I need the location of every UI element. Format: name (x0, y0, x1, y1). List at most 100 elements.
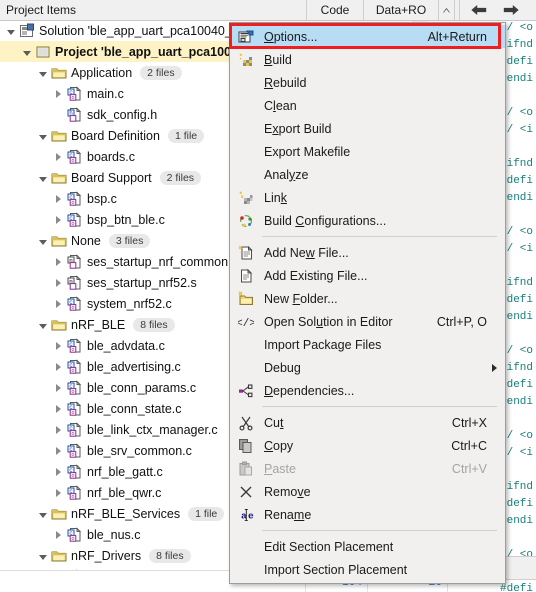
expand-collapse-icon-open[interactable] (36, 167, 49, 188)
menu-item-dependencies[interactable]: Dependencies... (230, 379, 505, 402)
menu-item-export-build[interactable]: Export Build (230, 117, 505, 140)
menu-item-icon-wrap (232, 27, 260, 47)
menu-item-edit-section-placement[interactable]: Edit Section Placement (230, 535, 505, 558)
c-file-icon: co (67, 400, 82, 416)
menu-item-cut[interactable]: Cut Ctrl+X (230, 411, 505, 434)
expand-collapse-icon-closed[interactable] (52, 356, 65, 377)
menu-item-options[interactable]: Options... Alt+Return (230, 25, 505, 48)
link-icon (239, 191, 253, 204)
scroll-up-button[interactable] (438, 0, 454, 20)
expand-collapse-icon-closed[interactable] (52, 377, 65, 398)
menu-item-label: New Folder... (264, 291, 338, 306)
menu-item-label: Link (264, 190, 287, 205)
menu-item-label: Rename (264, 507, 312, 522)
menu-item-remove[interactable]: Remove (230, 480, 505, 503)
tree-item-label: ble_conn_state.c (87, 401, 182, 416)
tree-item-icon-wrap: co (65, 526, 85, 544)
menu-item-link[interactable]: Link (230, 186, 505, 209)
column-header-code[interactable]: Code (306, 0, 363, 20)
expand-collapse-icon-closed[interactable] (52, 251, 65, 272)
expand-collapse-icon-closed[interactable] (52, 482, 65, 503)
folder-icon (51, 236, 67, 246)
svg-text:o: o (71, 473, 74, 479)
expand-collapse-icon-closed[interactable] (52, 419, 65, 440)
menu-item-import-section-placement[interactable]: Import Section Placement (230, 558, 505, 581)
expand-collapse-icon-closed[interactable] (52, 440, 65, 461)
menu-item-analyze[interactable]: Analyze (230, 163, 505, 186)
expand-collapse-icon-closed[interactable] (52, 146, 65, 167)
tree-item-icon-wrap: co (65, 148, 85, 166)
file-count-badge: 8 files (149, 548, 191, 563)
menu-item-shortcut: Ctrl+C (451, 438, 487, 453)
menu-item-label: Clean (264, 98, 297, 113)
expand-collapse-icon-open[interactable] (36, 314, 49, 335)
menu-item-label: Options... (264, 29, 318, 44)
tree-item-label: Project 'ble_app_uart_pca10040_s (55, 44, 259, 59)
menu-item-copy[interactable]: Copy Ctrl+C (230, 434, 505, 457)
expand-collapse-icon-closed[interactable] (52, 335, 65, 356)
expand-collapse-icon-closed[interactable] (52, 524, 65, 545)
expand-collapse-icon-open[interactable] (20, 41, 33, 62)
expand-collapse-icon-closed[interactable] (52, 188, 65, 209)
project-context-menu[interactable]: Options... Alt+Return Build Rebuild Clean Exp… (229, 22, 506, 584)
menu-item-label: Add New File... (264, 245, 349, 260)
expand-collapse-icon-open[interactable] (36, 125, 49, 146)
c-file-icon: co (67, 442, 82, 458)
expand-collapse-icon-open[interactable] (36, 545, 49, 566)
expand-collapse-icon-open[interactable] (36, 62, 49, 83)
forward-arrow-icon[interactable] (502, 3, 520, 17)
expand-collapse-icon-closed[interactable] (52, 398, 65, 419)
expand-collapse-icon-open[interactable] (36, 503, 49, 524)
menu-item-add-existing-file[interactable]: Add Existing File... (230, 264, 505, 287)
menu-item-label: Remove (264, 484, 311, 499)
paste-icon (239, 461, 252, 475)
file-icon (241, 268, 253, 282)
menu-item-paste: Paste Ctrl+V (230, 457, 505, 480)
expand-collapse-icon-closed[interactable] (52, 293, 65, 314)
expand-collapse-icon-open[interactable] (4, 20, 17, 41)
menu-item-rename[interactable]: a e Rename (230, 503, 505, 526)
tree-item-label: nrf_ble_qwr.c (87, 485, 162, 500)
expand-collapse-icon-closed[interactable] (52, 461, 65, 482)
menu-item-icon-wrap (232, 96, 260, 116)
menu-item-icon-wrap (232, 50, 260, 70)
new-folder-icon (238, 290, 253, 305)
tree-item-icon-wrap: co (65, 190, 85, 208)
menu-item-open-solution-in-editor[interactable]: </> Open Solution in Editor Ctrl+P, O (230, 310, 505, 333)
tree-item-icon-wrap: co (65, 379, 85, 397)
expand-collapse-icon-open[interactable] (36, 230, 49, 251)
tree-item-label: Solution 'ble_app_uart_pca10040_s132' (39, 23, 262, 38)
c-file-icon: co (67, 148, 82, 164)
menu-item-label: Paste (264, 461, 296, 476)
column-header-data[interactable]: Data+RO (363, 0, 438, 20)
back-arrow-icon[interactable] (470, 3, 488, 17)
menu-item-build-configurations[interactable]: Build Configurations... (230, 209, 505, 232)
rename-icon: ae (241, 508, 254, 521)
menu-item-label: Edit Section Placement (264, 539, 394, 554)
expand-collapse-icon-closed[interactable] (52, 272, 65, 293)
menu-item-new-folder[interactable]: New Folder... (230, 287, 505, 310)
expand-collapse-icon-closed[interactable] (52, 209, 65, 230)
svg-text:o: o (71, 221, 74, 227)
menu-item-icon-wrap (232, 165, 260, 185)
menu-item-icon-wrap (232, 188, 260, 208)
menu-item-rebuild[interactable]: Rebuild (230, 71, 505, 94)
expand-collapse-icon-closed[interactable] (52, 83, 65, 104)
c-file-icon: co (67, 463, 82, 479)
menu-item-shortcut: Ctrl+X (451, 415, 487, 430)
menu-item-build[interactable]: Build (230, 48, 505, 71)
menu-separator (262, 406, 497, 407)
menu-item-debug[interactable]: Debug (230, 356, 505, 379)
menu-item-import-package-files[interactable]: Import Package Files (230, 333, 505, 356)
menu-item-export-makefile[interactable]: Export Makefile (230, 140, 505, 163)
menu-item-clean[interactable]: Clean (230, 94, 505, 117)
chevron-up-icon (443, 7, 450, 12)
menu-item-add-new-file[interactable]: Add New File... (230, 241, 505, 264)
